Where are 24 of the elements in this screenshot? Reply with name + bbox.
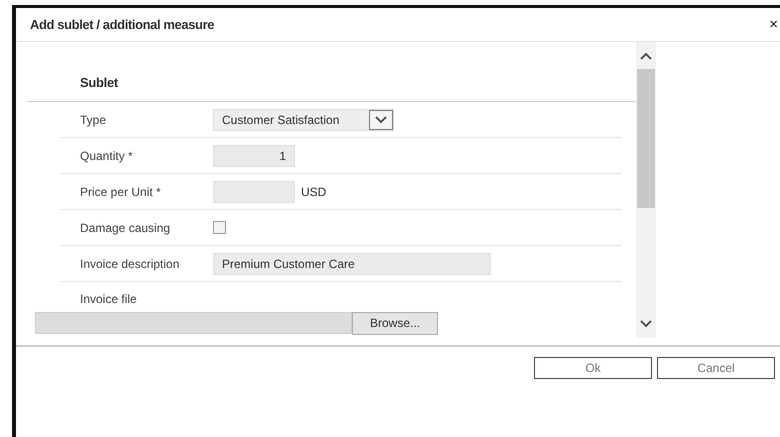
field-label: Quantity * [79, 148, 134, 162]
field-label: Invoice description [79, 256, 180, 270]
chevron-down-icon[interactable] [374, 115, 388, 124]
field-label: Price per Unit * [79, 184, 162, 198]
browse-button[interactable]: Browse... [352, 312, 438, 334]
type-select[interactable]: Customer Satisfaction [213, 108, 394, 130]
field-label: Damage causing [79, 220, 172, 234]
close-button[interactable]: × [769, 16, 778, 33]
price-field[interactable] [213, 180, 295, 202]
currency-label: USD [301, 184, 326, 198]
field-label: Invoice file [79, 290, 138, 308]
field-label: Type [79, 112, 108, 126]
dialog-title: Add sublet / additional measure [30, 17, 214, 32]
scrollbar[interactable] [636, 42, 656, 338]
dialog-button[interactable]: Cancel [657, 357, 775, 379]
scroll-up-icon[interactable] [639, 52, 653, 61]
dialog-button[interactable]: Ok [534, 357, 652, 379]
section-title: Sublet [80, 75, 118, 90]
description-field[interactable]: Premium Customer Care [213, 252, 491, 274]
scroll-thumb[interactable] [637, 69, 655, 208]
file-field[interactable] [35, 312, 352, 334]
scroll-down-icon[interactable] [639, 319, 653, 328]
quantity-field[interactable]: 1 [213, 144, 295, 166]
checkbox[interactable] [213, 221, 226, 234]
